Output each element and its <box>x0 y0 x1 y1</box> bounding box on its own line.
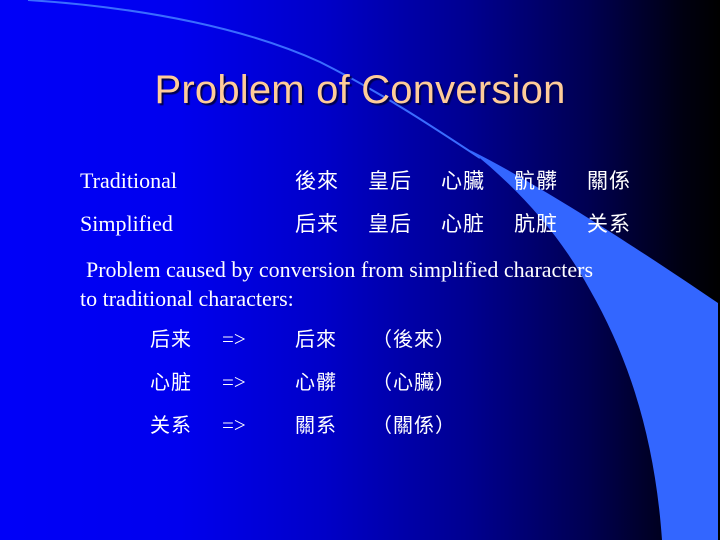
conversion-source: 关系 <box>150 413 192 437</box>
simplified-word: 关系 <box>587 212 631 236</box>
conversion-source: 后来 <box>150 327 192 351</box>
conversion-result: 關系 <box>295 413 337 437</box>
problem-description-line-1: Problem caused by conversion from simpli… <box>86 257 594 282</box>
slide: Problem of Conversion Traditional 後來 皇后 心臟… <box>0 0 720 540</box>
simplified-word: 心脏 <box>441 212 485 236</box>
simplified-label: Simplified <box>80 211 173 236</box>
simplified-word: 肮脏 <box>514 212 558 236</box>
conversion-source: 心脏 <box>150 370 192 394</box>
traditional-word: 關係 <box>587 169 631 193</box>
conversion-correct: （後來） <box>372 327 456 351</box>
traditional-word: 後來 <box>295 169 339 193</box>
problem-description: Problem caused by conversion from simpli… <box>80 255 660 313</box>
traditional-word: 骯髒 <box>514 169 558 193</box>
conversion-arrow: => <box>222 413 246 437</box>
traditional-word: 心臟 <box>441 169 485 193</box>
conversion-arrow: => <box>222 370 246 394</box>
conversion-arrow: => <box>222 327 246 351</box>
conversion-result: 后來 <box>295 327 337 351</box>
simplified-word: 皇后 <box>368 212 412 236</box>
problem-description-line-2: to traditional characters: <box>80 286 294 311</box>
slide-title: Problem of Conversion <box>154 68 566 112</box>
traditional-label: Traditional <box>80 168 177 193</box>
conversion-result: 心髒 <box>295 370 337 394</box>
traditional-word: 皇后 <box>368 169 412 193</box>
conversion-correct: （關係） <box>372 413 456 437</box>
conversion-correct: （心臟） <box>372 370 456 394</box>
simplified-word: 后来 <box>295 212 339 236</box>
